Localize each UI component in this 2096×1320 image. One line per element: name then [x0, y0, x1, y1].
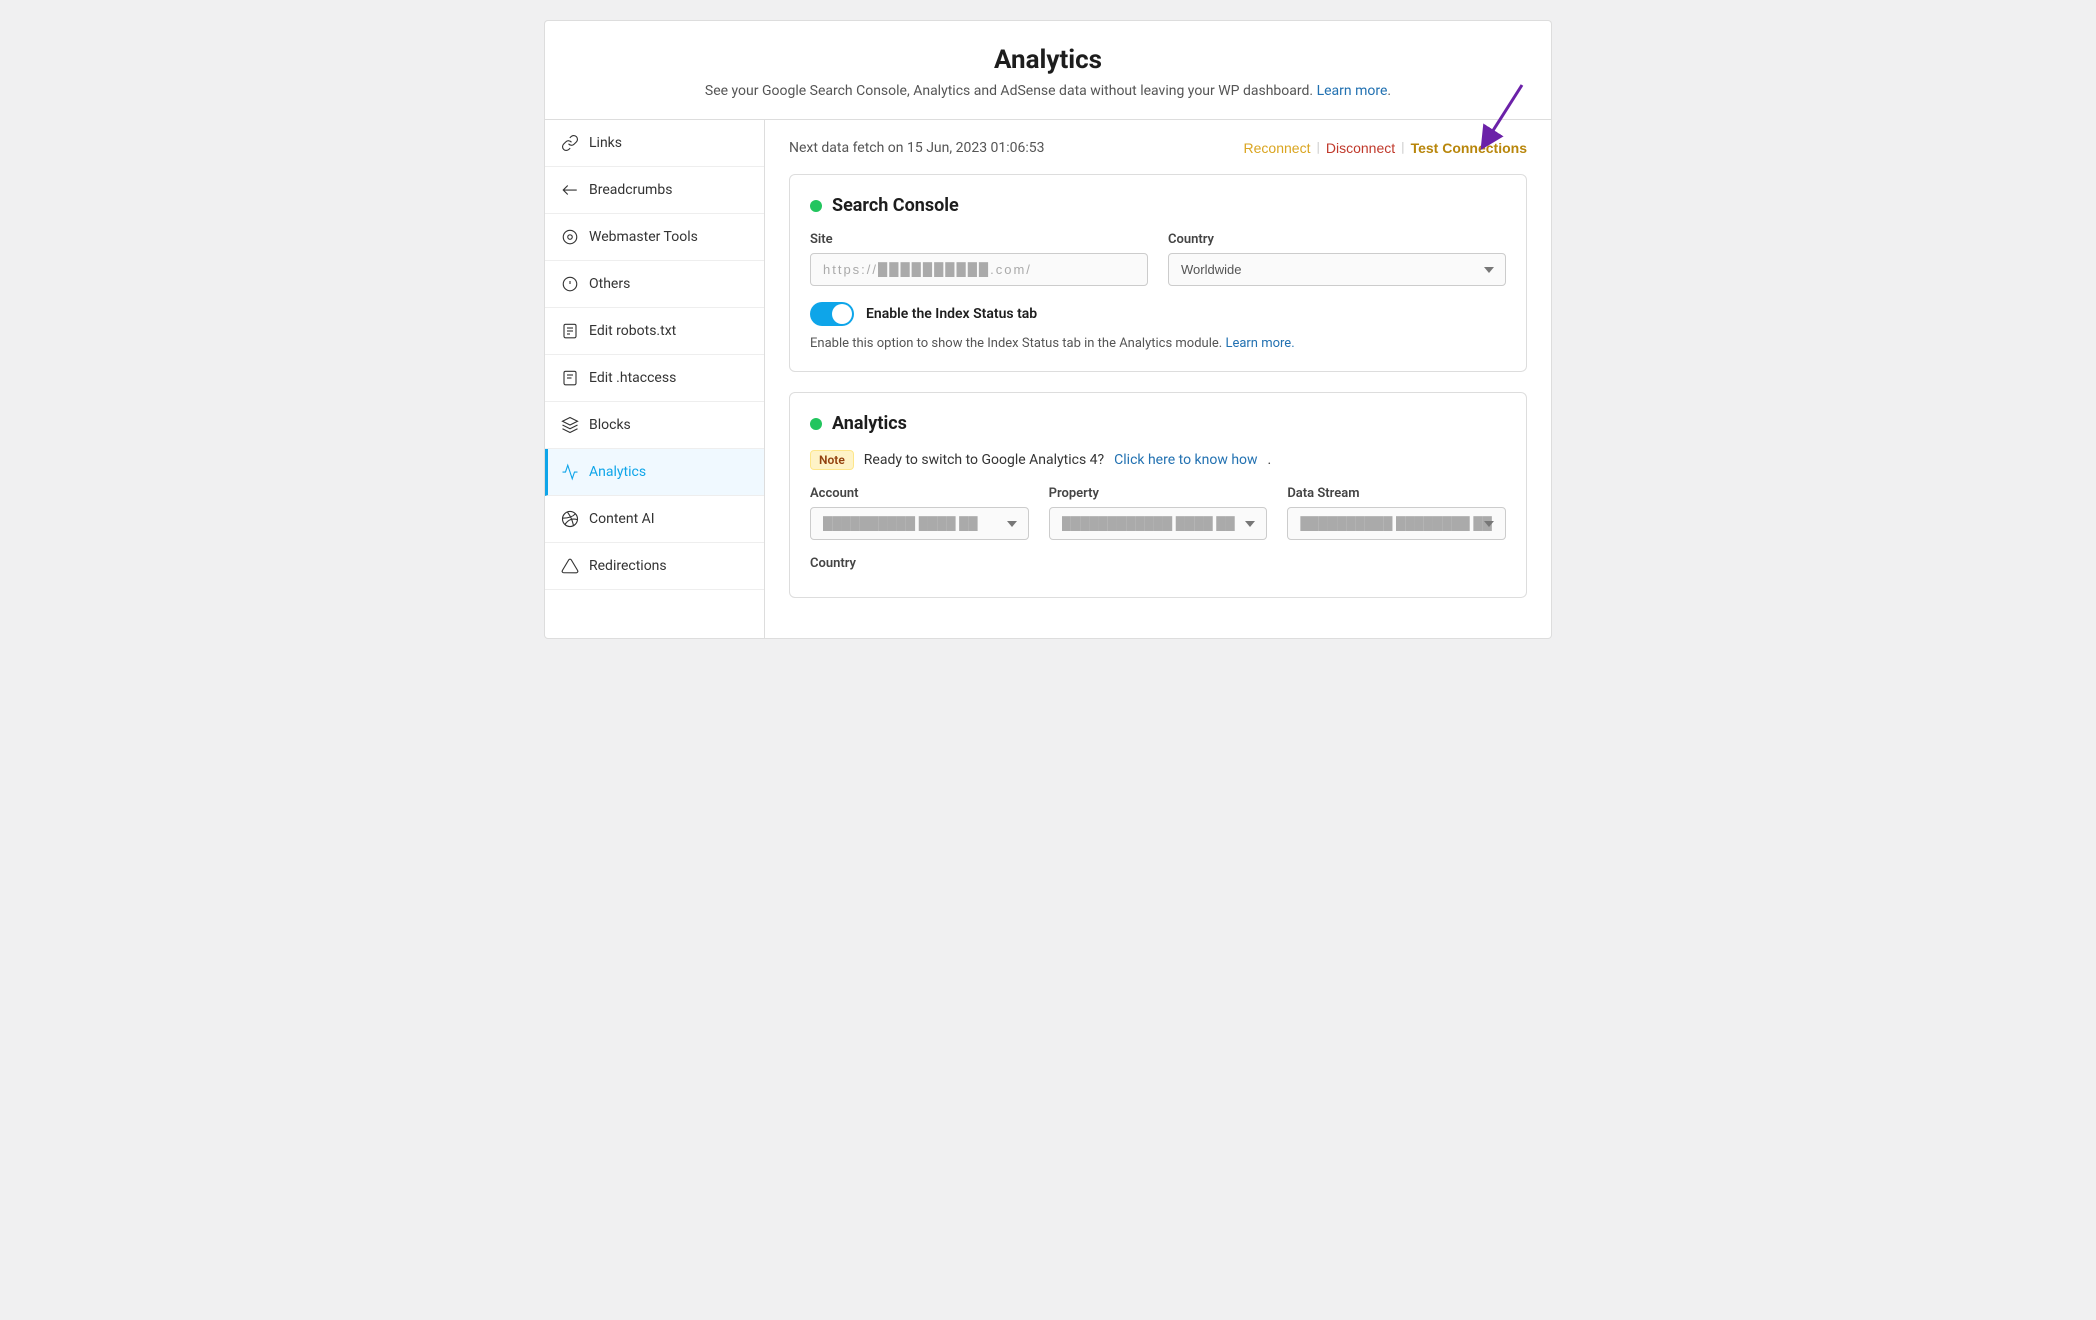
content-area: Next data fetch on 15 Jun, 2023 01:06:53… [765, 120, 1551, 638]
analytics-card-title: Analytics [832, 413, 907, 434]
sidebar-item-edit-htaccess-label: Edit .htaccess [589, 370, 676, 386]
sidebar-item-webmaster-tools-label: Webmaster Tools [589, 229, 698, 245]
disconnect-button[interactable]: Disconnect [1326, 140, 1395, 156]
learn-more-link[interactable]: Learn more [1317, 83, 1388, 99]
data-stream-select-wrapper: ██████████ ████████ ██ [1287, 507, 1506, 540]
analytics-icon [561, 463, 579, 481]
sidebar-item-content-ai-label: Content AI [589, 511, 655, 527]
separator-1: | [1316, 140, 1319, 156]
sidebar-item-content-ai[interactable]: Content AI [545, 496, 764, 543]
sidebar-item-edit-robots[interactable]: Edit robots.txt [545, 308, 764, 355]
country-label: Country [1168, 232, 1506, 247]
ga4-link[interactable]: Click here to know how [1114, 452, 1257, 468]
site-label: Site [810, 232, 1148, 247]
sidebar: Links Breadcrumbs Webmaster Tools Others [545, 120, 765, 638]
content-ai-icon [561, 510, 579, 528]
account-label: Account [810, 486, 1029, 501]
data-stream-field-group: Data Stream ██████████ ████████ ██ [1287, 486, 1506, 540]
arrow-annotation [1472, 80, 1532, 150]
country-field-group: Country Worldwide United States United K… [1168, 232, 1506, 286]
analytics-country-field-group: Country [810, 556, 1090, 571]
reconnect-button[interactable]: Reconnect [1244, 140, 1311, 156]
sidebar-item-edit-htaccess[interactable]: Edit .htaccess [545, 355, 764, 402]
toolbar: Next data fetch on 15 Jun, 2023 01:06:53… [789, 140, 1527, 156]
search-console-card: Search Console Site Country Worldwide Un… [789, 174, 1527, 372]
sidebar-item-analytics[interactable]: Analytics [545, 449, 764, 496]
analytics-card-header: Analytics [810, 413, 1506, 434]
redirections-icon [561, 557, 579, 575]
main-container: Links Breadcrumbs Webmaster Tools Others [544, 119, 1552, 639]
sidebar-item-breadcrumbs-label: Breadcrumbs [589, 182, 672, 198]
blocks-icon [561, 416, 579, 434]
analytics-form-row: Account ██████████ ████ ██ Property ████… [810, 486, 1506, 540]
toggle-row: Enable the Index Status tab [810, 302, 1506, 326]
search-console-title: Search Console [832, 195, 959, 216]
account-select[interactable]: ██████████ ████ ██ [810, 507, 1029, 540]
sidebar-item-links-label: Links [589, 135, 622, 151]
links-icon [561, 134, 579, 152]
webmaster-tools-icon [561, 228, 579, 246]
edit-robots-icon [561, 322, 579, 340]
sidebar-item-blocks[interactable]: Blocks [545, 402, 764, 449]
page-subtitle: See your Google Search Console, Analytic… [565, 83, 1531, 99]
sidebar-item-analytics-label: Analytics [589, 464, 646, 480]
breadcrumbs-icon [561, 181, 579, 199]
note-row: Note Ready to switch to Google Analytics… [810, 450, 1506, 470]
country-select[interactable]: Worldwide United States United Kingdom C… [1168, 253, 1506, 286]
sidebar-item-webmaster-tools[interactable]: Webmaster Tools [545, 214, 764, 261]
site-input[interactable] [810, 253, 1148, 286]
sidebar-item-others[interactable]: Others [545, 261, 764, 308]
edit-htaccess-icon [561, 369, 579, 387]
data-stream-select[interactable]: ██████████ ████████ ██ [1287, 507, 1506, 540]
search-console-form-row: Site Country Worldwide United States Uni… [810, 232, 1506, 286]
analytics-country-label: Country [810, 556, 1090, 571]
sidebar-item-redirections[interactable]: Redirections [545, 543, 764, 590]
analytics-card: Analytics Note Ready to switch to Google… [789, 392, 1527, 598]
note-text: Ready to switch to Google Analytics 4? [864, 452, 1104, 468]
data-stream-label: Data Stream [1287, 486, 1506, 501]
sidebar-item-breadcrumbs[interactable]: Breadcrumbs [545, 167, 764, 214]
sidebar-item-links[interactable]: Links [545, 120, 764, 167]
property-select[interactable]: ████████████ ████ ██ [1049, 507, 1268, 540]
sidebar-item-blocks-label: Blocks [589, 417, 631, 433]
property-select-wrapper: ████████████ ████ ██ [1049, 507, 1268, 540]
next-fetch-text: Next data fetch on 15 Jun, 2023 01:06:53 [789, 140, 1045, 156]
search-console-status-dot [810, 200, 822, 212]
page-title: Analytics [565, 45, 1531, 75]
property-label: Property [1049, 486, 1268, 501]
toggle-description: Enable this option to show the Index Sta… [810, 336, 1506, 351]
index-status-toggle[interactable] [810, 302, 854, 326]
analytics-status-dot [810, 418, 822, 430]
toolbar-actions: Reconnect | Disconnect | Test Connection… [1244, 140, 1527, 156]
sidebar-item-edit-robots-label: Edit robots.txt [589, 323, 676, 339]
toggle-label: Enable the Index Status tab [866, 306, 1037, 322]
search-console-card-header: Search Console [810, 195, 1506, 216]
page-header: Analytics See your Google Search Console… [544, 20, 1552, 119]
toggle-learn-more-link[interactable]: Learn more. [1225, 336, 1294, 351]
others-icon [561, 275, 579, 293]
separator-2: | [1401, 140, 1404, 156]
sidebar-item-others-label: Others [589, 276, 630, 292]
sidebar-item-redirections-label: Redirections [589, 558, 667, 574]
site-field-group: Site [810, 232, 1148, 286]
account-field-group: Account ██████████ ████ ██ [810, 486, 1029, 540]
account-select-wrapper: ██████████ ████ ██ [810, 507, 1029, 540]
property-field-group: Property ████████████ ████ ██ [1049, 486, 1268, 540]
note-badge: Note [810, 450, 854, 470]
country-select-wrapper: Worldwide United States United Kingdom C… [1168, 253, 1506, 286]
